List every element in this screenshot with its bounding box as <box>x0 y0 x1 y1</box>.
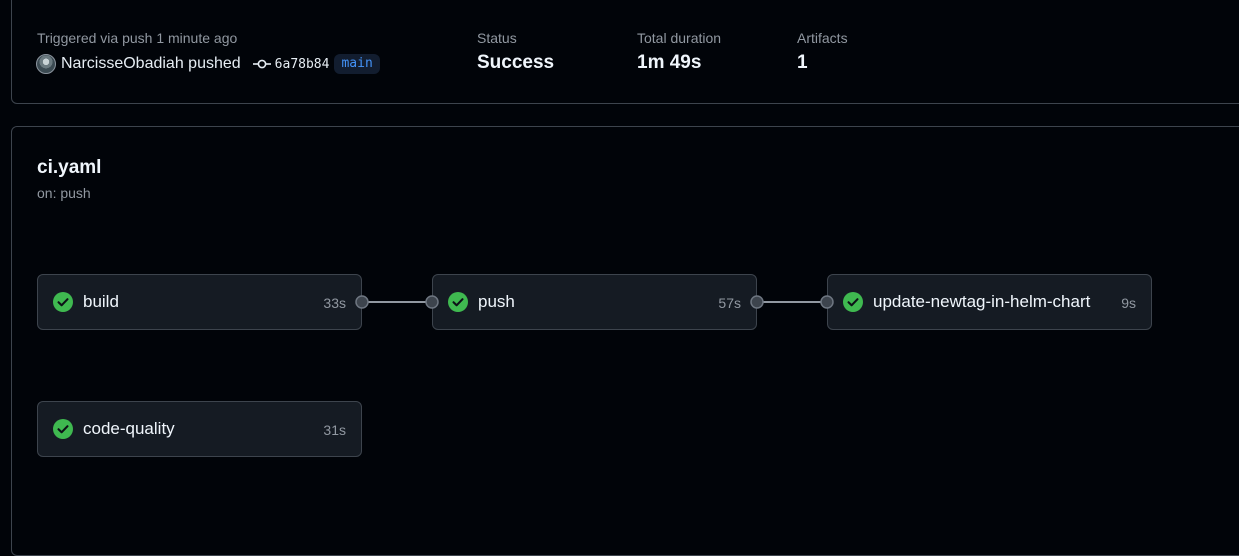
connector-dot <box>355 295 369 309</box>
connector-dot <box>425 295 439 309</box>
connector-dots <box>355 295 834 309</box>
connector-dot <box>750 295 764 309</box>
connector-dot <box>820 295 834 309</box>
